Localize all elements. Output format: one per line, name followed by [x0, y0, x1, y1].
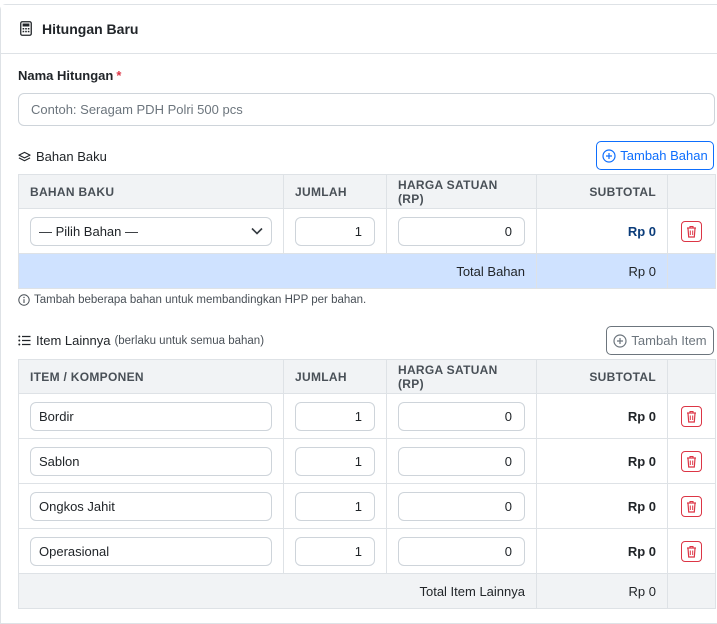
table-row: Rp 0: [18, 438, 716, 484]
subtotal-value: Rp 0: [536, 393, 668, 439]
bahan-baku-section-title: Bahan Baku: [18, 149, 107, 164]
item-name-input[interactable]: [30, 446, 272, 476]
card-header: Hitungan Baru: [1, 5, 717, 54]
list-icon: [18, 335, 31, 346]
col-item-komponen: ITEM / KOMPONEN: [18, 359, 284, 394]
trash-icon: [686, 225, 697, 238]
jumlah-input[interactable]: [295, 491, 375, 521]
item-name-input[interactable]: [30, 491, 272, 521]
bahan-baku-title-text: Bahan Baku: [36, 149, 107, 164]
delete-button[interactable]: [681, 495, 702, 517]
jumlah-input[interactable]: [295, 536, 375, 566]
info-icon: [18, 294, 30, 306]
harga-satuan-input[interactable]: [398, 491, 525, 521]
nama-hitungan-label: Nama Hitungan *: [18, 68, 121, 83]
col-harga-satuan: HARGA SATUAN (RP): [386, 174, 537, 209]
col-subtotal: SUBTOTAL: [536, 174, 668, 209]
calculator-icon: [20, 21, 34, 37]
item-lainnya-title-text: Item Lainnya: [36, 333, 111, 348]
pilih-bahan-select[interactable]: — Pilih Bahan —: [30, 216, 272, 246]
tambah-bahan-label: Tambah Bahan: [620, 148, 708, 163]
delete-button[interactable]: [681, 405, 702, 427]
trash-icon: [686, 500, 697, 513]
pilih-bahan-value: — Pilih Bahan —: [39, 223, 138, 239]
jumlah-input[interactable]: [295, 446, 375, 476]
delete-button[interactable]: [681, 220, 702, 242]
table-row: Rp 0: [18, 393, 716, 439]
item-lainnya-table: ITEM / KOMPONEN JUMLAH HARGA SATUAN (RP)…: [18, 359, 716, 609]
layers-icon: [18, 151, 31, 163]
col-jumlah: JUMLAH: [283, 359, 387, 394]
jumlah-input[interactable]: [295, 401, 375, 431]
item-lainnya-note: (berlaku untuk semua bahan): [114, 334, 265, 347]
trash-icon: [686, 545, 697, 558]
item-name-input[interactable]: [30, 401, 272, 431]
harga-satuan-input[interactable]: [398, 216, 525, 246]
col-subtotal: SUBTOTAL: [536, 359, 668, 394]
col-bahan-baku: BAHAN BAKU: [18, 174, 284, 209]
nama-hitungan-input[interactable]: [18, 93, 715, 126]
trash-icon: [686, 410, 697, 423]
col-jumlah: JUMLAH: [283, 174, 387, 209]
harga-satuan-input[interactable]: [398, 446, 525, 476]
col-harga-satuan: HARGA SATUAN (RP): [386, 359, 537, 394]
subtotal-value: Rp 0: [536, 208, 668, 254]
delete-button[interactable]: [681, 540, 702, 562]
card-title: Hitungan Baru: [42, 21, 139, 37]
total-item-value: Rp 0: [536, 573, 668, 609]
harga-satuan-input[interactable]: [398, 536, 525, 566]
bahan-hint-text: Tambah beberapa bahan untuk membandingka…: [34, 294, 367, 306]
item-lainnya-section-title: Item Lainnya (berlaku untuk semua bahan): [18, 333, 264, 348]
chevron-down-icon: [251, 227, 263, 235]
table-header-row: BAHAN BAKU JUMLAH HARGA SATUAN (RP) SUBT…: [18, 174, 716, 209]
table-row: Rp 0: [18, 483, 716, 529]
table-row: Rp 0: [18, 528, 716, 574]
subtotal-value: Rp 0: [536, 438, 668, 484]
subtotal-value: Rp 0: [536, 483, 668, 529]
total-bahan-label: Total Bahan: [18, 253, 537, 289]
bahan-baku-table: BAHAN BAKU JUMLAH HARGA SATUAN (RP) SUBT…: [18, 174, 716, 289]
bahan-hint: Tambah beberapa bahan untuk membandingka…: [18, 294, 366, 306]
table-header-row: ITEM / KOMPONEN JUMLAH HARGA SATUAN (RP)…: [18, 359, 716, 394]
table-row: — Pilih Bahan — Rp 0: [18, 208, 716, 254]
total-bahan-value: Rp 0: [536, 253, 668, 289]
harga-satuan-input[interactable]: [398, 401, 525, 431]
required-mark: *: [116, 68, 122, 83]
tambah-item-label: Tambah Item: [631, 333, 707, 348]
nama-hitungan-label-text: Nama Hitungan: [18, 68, 114, 83]
trash-icon: [686, 455, 697, 468]
subtotal-value: Rp 0: [536, 528, 668, 574]
jumlah-input[interactable]: [295, 216, 375, 246]
tambah-item-button[interactable]: Tambah Item: [606, 326, 714, 355]
item-name-input[interactable]: [30, 536, 272, 566]
total-item-row: Total Item Lainnya Rp 0: [18, 573, 716, 609]
plus-circle-icon: [602, 148, 616, 163]
total-bahan-row: Total Bahan Rp 0: [18, 253, 716, 289]
total-item-label: Total Item Lainnya: [18, 573, 537, 609]
delete-button[interactable]: [681, 450, 702, 472]
tambah-bahan-button[interactable]: Tambah Bahan: [596, 141, 714, 170]
col-action: [667, 359, 716, 394]
col-action: [667, 174, 716, 209]
plus-circle-icon: [613, 333, 628, 348]
